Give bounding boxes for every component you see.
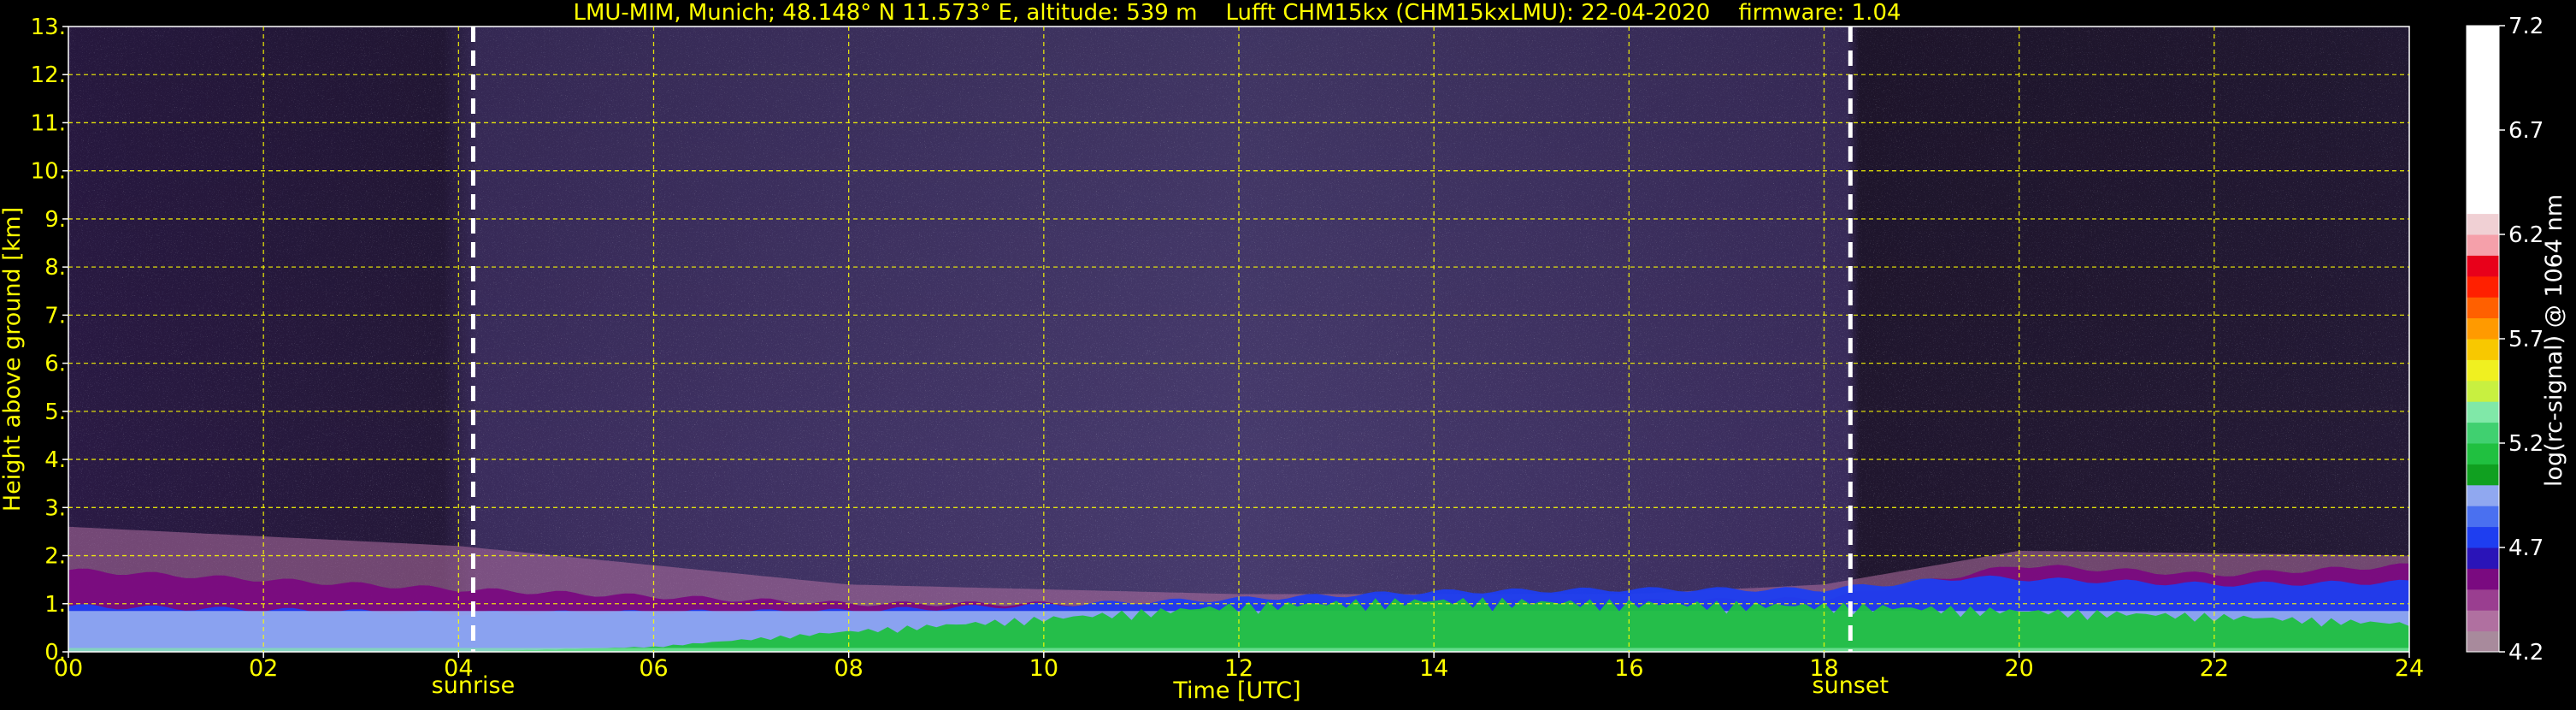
colorbar-segment xyxy=(2467,297,2499,319)
colorbar-segment xyxy=(2467,506,2499,528)
y-tick-label: 7. xyxy=(44,303,66,328)
x-tick-label: 04 xyxy=(444,655,473,682)
colorbar-segment xyxy=(2467,380,2499,402)
colorbar-segment xyxy=(2467,401,2499,423)
colorbar-tick-label: 5.2 xyxy=(2508,431,2544,457)
y-tick-label: 8. xyxy=(44,255,66,281)
colorbar-segment xyxy=(2467,213,2499,235)
colorbar-segment xyxy=(2467,464,2499,486)
y-tick-label: 6. xyxy=(44,352,66,377)
colorbar-label: log(rc-signal) @ 1064 nm xyxy=(2541,194,2567,487)
y-tick-label: 12. xyxy=(31,62,66,88)
x-tick-label: 14 xyxy=(1419,655,1448,682)
y-tick-label: 10. xyxy=(31,159,66,185)
x-tick-label: 08 xyxy=(834,655,863,682)
colorbar-segment xyxy=(2467,568,2499,590)
y-tick-label: 9. xyxy=(44,207,66,233)
x-tick-label: 18 xyxy=(1809,655,1838,682)
colorbar-segment xyxy=(2467,359,2499,382)
colorbar-segment xyxy=(2467,317,2499,340)
colorbar-segment xyxy=(2467,526,2499,548)
colorbar-segment xyxy=(2467,443,2499,464)
colorbar-tick-label: 5.7 xyxy=(2508,327,2544,352)
y-tick-label: 2. xyxy=(44,544,66,570)
colorbar-tick-label: 4.7 xyxy=(2508,535,2544,561)
colorbar-segment xyxy=(2467,422,2499,444)
colorbar-segment xyxy=(2467,234,2499,256)
colorbar-segment xyxy=(2467,255,2499,277)
colorbar-segment xyxy=(2467,484,2499,506)
colorbar-tick-label: 6.2 xyxy=(2508,222,2544,248)
colorbar-segment xyxy=(2467,630,2499,653)
backscatter-chart: sunrise sunset 00 02 04 06 08 10 12 14 16 18 20 22 24… xyxy=(0,0,2567,704)
x-tick-label: 22 xyxy=(2200,655,2229,682)
colorbar-segment xyxy=(2467,589,2499,611)
y-tick-label: 13. xyxy=(31,15,66,40)
y-tick-label: 11. xyxy=(31,110,66,136)
colorbar-tick-label: 7.2 xyxy=(2508,14,2544,39)
x-tick-label: 16 xyxy=(1614,655,1643,682)
x-tick-label: 10 xyxy=(1029,655,1058,682)
colorbar-segment xyxy=(2467,547,2499,569)
colorbar-segment xyxy=(2467,610,2499,632)
y-tick-label: 4. xyxy=(44,447,66,473)
chart-title: LMU-MIM, Munich; 48.148° N 11.573° E, al… xyxy=(573,0,1901,26)
y-tick-label: 0. xyxy=(44,640,66,666)
x-tick-label: 02 xyxy=(249,655,278,682)
x-tick-label: 20 xyxy=(2004,655,2033,682)
x-axis-label: Time [UTC] xyxy=(1172,677,1300,704)
x-tick-label: 06 xyxy=(639,655,668,682)
colorbar-segment xyxy=(2467,275,2499,298)
colorbar-tick-label: 6.7 xyxy=(2508,118,2544,144)
y-tick-label: 1. xyxy=(44,592,66,618)
colorbar-segment xyxy=(2467,339,2499,360)
y-tick-label: 3. xyxy=(44,495,66,521)
colorbar-tick-label: 4.2 xyxy=(2508,640,2544,666)
colorbar: 4.2 4.7 5.2 5.7 6.2 6.7 7.2 xyxy=(2466,14,2544,666)
ceilometer-figure: sunrise sunset 00 02 04 06 08 10 12 14 16 18 20 22 24… xyxy=(0,0,2576,707)
colorbar-segment xyxy=(2467,26,2499,215)
y-tick-label: 5. xyxy=(44,399,66,425)
y-axis-label: Height above ground [km] xyxy=(0,207,26,512)
x-tick-label: 24 xyxy=(2395,655,2424,682)
y-axis: 0. 1. 2. 3. 4. 5. 6. 7. 8. 9. 10. 11. 12. 13. xyxy=(31,15,68,666)
